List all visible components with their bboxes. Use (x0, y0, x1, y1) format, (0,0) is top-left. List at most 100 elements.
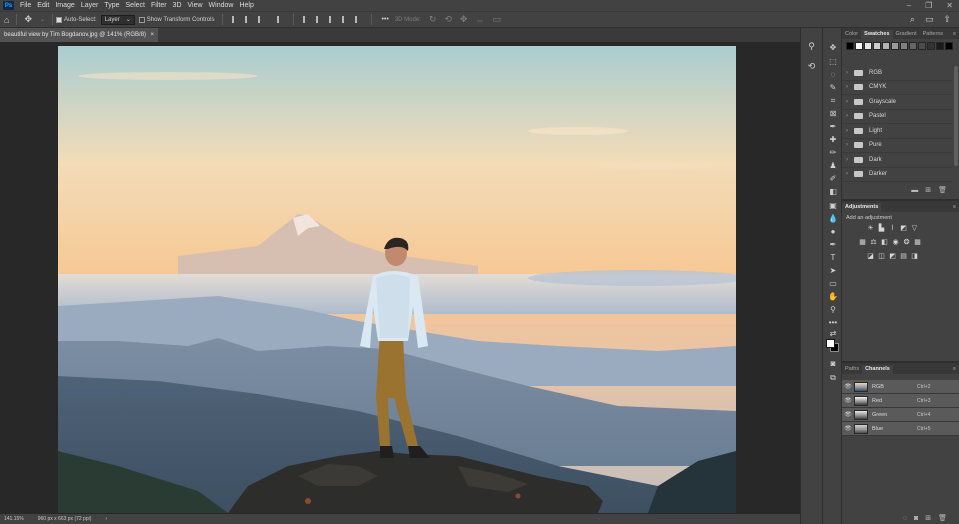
swatch[interactable] (945, 42, 953, 50)
distribute-middle-icon[interactable] (316, 16, 323, 23)
channel-mixer-icon[interactable]: ❂ (902, 238, 911, 247)
share-icon[interactable]: ⇪ (943, 14, 951, 25)
foreground-color-swatch[interactable] (826, 339, 835, 348)
swatch[interactable] (936, 42, 944, 50)
pen-tool-icon[interactable]: ✒ (826, 239, 840, 251)
color-lookup-icon[interactable]: ▦ (913, 238, 922, 247)
swatch[interactable] (891, 42, 899, 50)
close-tab-icon[interactable]: × (150, 32, 154, 38)
show-transform-checkbox[interactable] (138, 16, 145, 23)
3d-roll-icon[interactable]: ⟲ (444, 14, 452, 25)
swatch[interactable] (855, 42, 863, 50)
workspace-icon[interactable]: ▭ (925, 14, 934, 25)
document-tab[interactable]: beautiful view by Tim Bogdanov.jpg @ 141… (0, 28, 158, 42)
move-tool-icon[interactable]: ✥ (24, 14, 32, 25)
zoom-level[interactable]: 141.15% (4, 516, 24, 522)
tab-adjustments[interactable]: Adjustments (842, 203, 882, 212)
swatch[interactable] (846, 42, 854, 50)
healing-brush-tool-icon[interactable]: ✚ (826, 134, 840, 146)
restore-button[interactable]: ❐ (925, 1, 932, 10)
history-icon[interactable]: ⚲ (805, 40, 818, 53)
menu-type[interactable]: Type (101, 2, 122, 9)
3d-scale-icon[interactable]: ▭ (492, 14, 501, 25)
distribute-top-icon[interactable] (303, 16, 310, 23)
delete-icon[interactable]: 🗑 (938, 186, 947, 194)
load-selection-icon[interactable]: ◌ (903, 515, 907, 522)
channel-row[interactable]: 👁 Green Ctrl+4 (842, 408, 959, 422)
chevron-down-icon[interactable]: ⌄ (40, 16, 45, 23)
panel-menu-icon[interactable]: ≡ (950, 365, 959, 374)
zoom-tool-icon[interactable]: ⚲ (826, 304, 840, 316)
align-center-icon[interactable] (245, 16, 252, 23)
swatches-scrollbar[interactable] (954, 66, 958, 166)
align-top-icon[interactable] (277, 16, 284, 23)
history-brush-tool-icon[interactable]: ✐ (826, 173, 840, 185)
crop-tool-icon[interactable]: ⌗ (826, 95, 840, 107)
selective-color-icon[interactable]: ◨ (910, 252, 919, 261)
3d-pan-icon[interactable]: ✥ (460, 14, 468, 25)
panel-menu-icon[interactable]: ≡ (950, 30, 959, 39)
delete-icon[interactable]: 🗑 (938, 514, 947, 522)
swatch-folder[interactable]: › Dark (842, 153, 952, 168)
menu-file[interactable]: File (17, 2, 34, 9)
channel-row[interactable]: 👁 Red Ctrl+3 (842, 394, 959, 408)
gradient-map-icon[interactable]: ▤ (899, 252, 908, 261)
auto-select-dropdown[interactable]: Layer ⌄ (100, 14, 135, 25)
status-arrow-icon[interactable]: › (105, 516, 107, 522)
swatch[interactable] (873, 42, 881, 50)
quick-mask-icon[interactable]: ◙ (826, 358, 840, 370)
marquee-tool-icon[interactable]: ⬚ (826, 56, 840, 68)
hand-tool-icon[interactable]: ✋ (826, 291, 840, 303)
swatch[interactable] (918, 42, 926, 50)
photo-filter-icon[interactable]: ◉ (891, 238, 900, 247)
auto-select-checkbox[interactable] (56, 16, 63, 23)
swatch-folder[interactable]: › Grayscale (842, 95, 952, 110)
swatch-folder[interactable]: › Pastel (842, 110, 952, 124)
channel-row[interactable]: 👁 Blue Ctrl+5 (842, 422, 959, 436)
menu-3d[interactable]: 3D (170, 2, 185, 9)
more-options-button[interactable]: ••• (381, 16, 388, 23)
new-channel-icon[interactable]: ⊞ (925, 514, 931, 522)
rectangle-tool-icon[interactable]: ▭ (826, 278, 840, 290)
properties-icon[interactable]: ⟲ (805, 60, 818, 73)
document-image[interactable] (58, 46, 736, 513)
brightness-contrast-icon[interactable]: ☀ (866, 224, 875, 233)
eye-icon[interactable]: 👁 (842, 411, 854, 418)
search-icon[interactable]: ⌕ (910, 14, 915, 25)
tab-channels[interactable]: Channels (862, 365, 893, 374)
curves-icon[interactable]: ⌇ (888, 224, 897, 233)
new-group-icon[interactable]: ▬ (911, 187, 918, 194)
lasso-tool-icon[interactable]: ◌ (826, 69, 840, 81)
menu-view[interactable]: View (185, 2, 206, 9)
menu-edit[interactable]: Edit (34, 2, 52, 9)
home-icon[interactable]: ⌂ (4, 15, 9, 25)
distribute-left-icon[interactable] (342, 16, 349, 23)
menu-filter[interactable]: Filter (148, 2, 170, 9)
swatch[interactable] (927, 42, 935, 50)
swatch-folder[interactable]: › RGB (842, 66, 952, 81)
swatch[interactable] (909, 42, 917, 50)
canvas-area[interactable] (0, 42, 800, 514)
eye-icon[interactable]: 👁 (842, 397, 854, 404)
levels-icon[interactable]: ▙ (877, 224, 886, 233)
threshold-icon[interactable]: ◩ (888, 252, 897, 261)
frame-tool-icon[interactable]: ⊠ (826, 108, 840, 120)
tab-patterns[interactable]: Patterns (920, 30, 946, 39)
close-window-button[interactable]: ✕ (946, 1, 953, 10)
panel-menu-icon[interactable]: ≡ (950, 203, 959, 212)
black-white-icon[interactable]: ◧ (880, 238, 889, 247)
menu-layer[interactable]: Layer (78, 2, 102, 9)
vibrance-icon[interactable]: ▽ (910, 224, 919, 233)
screen-mode-icon[interactable]: ⧉ (826, 372, 840, 384)
distribute-bottom-icon[interactable] (329, 16, 336, 23)
posterize-icon[interactable]: ◫ (877, 252, 886, 261)
quick-select-tool-icon[interactable]: ✎ (826, 82, 840, 94)
swatch[interactable] (864, 42, 872, 50)
eraser-tool-icon[interactable]: ◧ (826, 186, 840, 198)
save-selection-icon[interactable]: ◙ (914, 515, 918, 522)
swatch-folder[interactable]: › Darker (842, 168, 952, 182)
swatch-folder[interactable]: › Pure (842, 139, 952, 153)
hue-saturation-icon[interactable]: ▦ (858, 238, 867, 247)
brush-tool-icon[interactable]: ✏ (826, 147, 840, 159)
3d-slide-icon[interactable]: ⇔ (475, 15, 484, 25)
